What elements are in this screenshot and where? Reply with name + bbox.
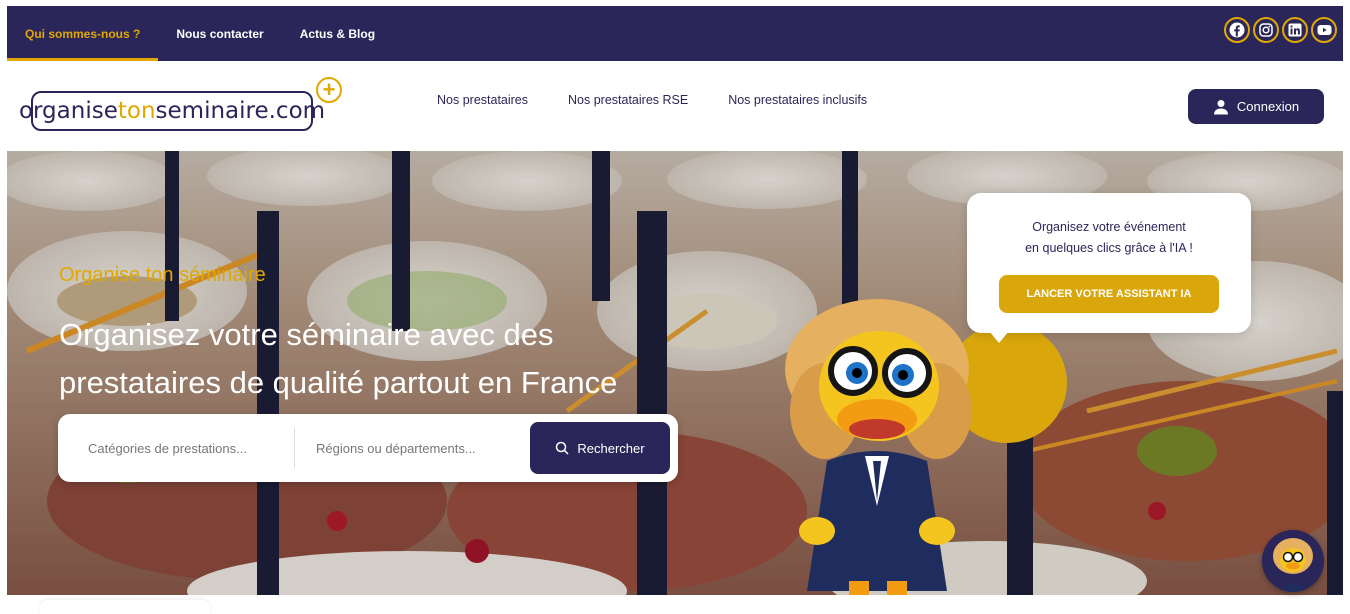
duck-avatar-icon [1262,530,1324,592]
hero-kicker: Organise ton séminaire [59,264,266,286]
main-nav: Nos prestataires Nos prestataires RSE No… [437,93,867,107]
main-header: organise ton seminaire.com + Nos prestatai… [7,61,1343,151]
logo-wordmark: organise ton seminaire.com [19,91,325,131]
search-button[interactable]: Rechercher [530,422,670,474]
search-button-label: Rechercher [577,440,645,456]
youtube-icon[interactable] [1311,17,1337,43]
launch-ai-assistant-button[interactable]: LANCER VOTRE ASSISTANT IA [999,275,1219,313]
search-icon [556,441,569,455]
chat-assistant-button[interactable] [1262,530,1324,592]
facebook-icon[interactable] [1224,17,1250,43]
social-links [1224,17,1337,43]
logo-part-organise: organise [18,98,118,124]
hero-section: Organise ton séminaire Organisez votre s… [7,151,1343,595]
top-nav-contact[interactable]: Nous contacter [158,6,281,61]
top-nav: Qui sommes-nous ? Nous contacter Actus &… [7,6,393,61]
nav-prestataires-rse[interactable]: Nos prestataires RSE [568,93,688,107]
top-bar: Qui sommes-nous ? Nous contacter Actus &… [7,6,1343,61]
login-button[interactable]: Connexion [1188,89,1324,124]
nav-prestataires-inclusifs[interactable]: Nos prestataires inclusifs [728,93,867,107]
search-separator [294,428,295,468]
ai-card-line-1: Organisez votre événement [1032,220,1186,234]
linkedin-icon[interactable] [1282,17,1308,43]
region-search-input[interactable] [316,432,516,464]
top-nav-about[interactable]: Qui sommes-nous ? [7,6,159,61]
logo-part-seminaire: seminaire.com [155,98,326,124]
top-nav-blog[interactable]: Actus & Blog [282,6,393,61]
search-bar: Rechercher [58,414,678,482]
ai-card-text: Organisez votre événement en quelques cl… [967,217,1251,259]
ai-assistant-card: Organisez votre événement en quelques cl… [967,193,1251,343]
hero-title: Organisez votre séminaire avec des prest… [59,317,618,400]
logo-plus-icon: + [316,77,342,103]
site-logo[interactable]: organise ton seminaire.com + [19,77,351,137]
instagram-icon[interactable] [1253,17,1279,43]
speech-tail [989,331,1009,343]
login-label: Connexion [1236,99,1300,114]
section-tab [40,600,210,614]
logo-part-ton: ton [117,98,156,124]
nav-prestataires[interactable]: Nos prestataires [437,93,528,107]
category-search-input[interactable] [88,432,278,464]
user-icon [1213,99,1228,114]
ai-card-line-2: en quelques clics grâce à l'IA ! [1025,241,1193,255]
duck-mascot-illustration [785,299,1067,595]
